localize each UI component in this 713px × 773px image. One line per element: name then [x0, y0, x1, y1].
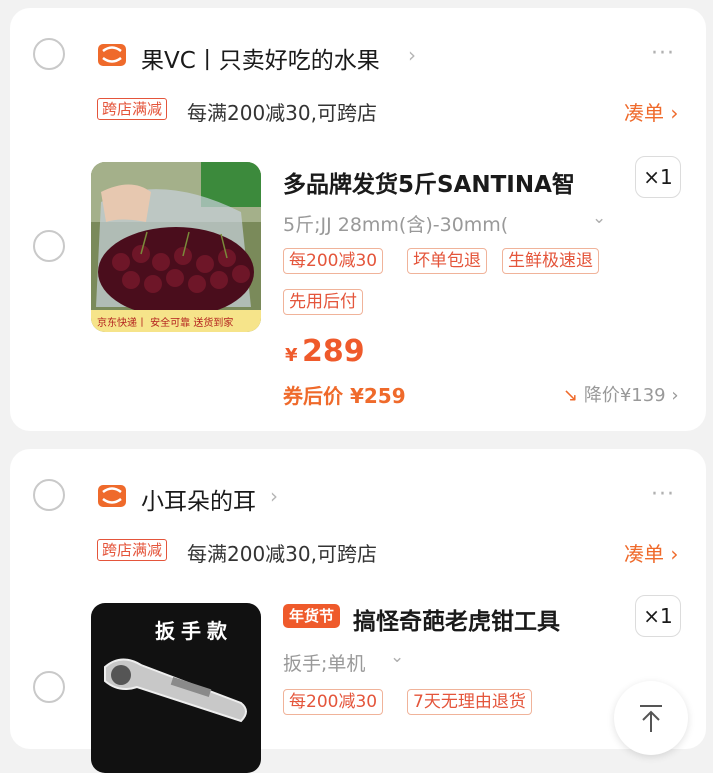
product-image-caption: 京东快递丨 安全可靠 送货到家	[97, 318, 234, 329]
service-chip: 生鲜极速退	[502, 248, 599, 274]
chevron-down-icon[interactable]: ⌄	[592, 208, 606, 228]
chevron-right-icon[interactable]: ›	[408, 43, 416, 67]
item-select-checkbox[interactable]	[33, 230, 65, 262]
scroll-to-top-button[interactable]	[614, 681, 688, 755]
price-drop-label: 降价¥139	[583, 385, 666, 406]
product-spec[interactable]: 扳手;单机	[283, 649, 365, 676]
coupon-price: 券后价 ¥259	[283, 384, 406, 408]
chevron-down-icon[interactable]: ⌄	[390, 647, 404, 667]
shop-card: 小耳朵的耳 › ··· 跨店满减 每满200减30,可跨店 凑单 › 扳手款 年…	[10, 449, 706, 773]
service-chip: 坏单包退	[407, 248, 487, 274]
promo-tag: 跨店满减	[97, 98, 168, 120]
price-currency: ¥	[285, 345, 298, 366]
service-chip: 7天无理由退货	[407, 689, 532, 715]
shop-select-checkbox[interactable]	[33, 479, 65, 511]
price-value: 289	[302, 334, 365, 369]
quantity-button[interactable]: ×1	[635, 156, 681, 198]
chevron-right-icon[interactable]: ›	[270, 484, 278, 508]
festival-badge: 年货节	[283, 604, 341, 628]
product-title[interactable]: 搞怪奇葩老虎钳工具	[353, 602, 623, 636]
product-title[interactable]: 多品牌发货5斤SANTINA智	[283, 165, 613, 199]
service-chip: 每200减30	[283, 689, 384, 715]
add-on-button[interactable]: 凑单 ›	[624, 97, 678, 126]
more-icon[interactable]: ···	[651, 482, 675, 507]
wrench-image	[104, 658, 247, 723]
promo-text: 每满200减30,可跨店	[187, 542, 377, 566]
product-image[interactable]: 扳手款	[91, 603, 261, 773]
product-spec[interactable]: 5斤;JJ 28mm(含)-30mm(	[283, 210, 508, 237]
service-chip: 先用后付	[283, 289, 363, 315]
chevron-right-icon: ›	[671, 385, 679, 406]
shop-name[interactable]: 果VC丨只卖好吃的水果	[141, 41, 380, 75]
promo-text: 每满200减30,可跨店	[187, 101, 377, 125]
scroll-to-top-icon	[640, 705, 662, 732]
shop-card: 果VC丨只卖好吃的水果 › ··· 跨店满减 每满200减30,可跨店 凑单 ›…	[10, 8, 706, 431]
price-drop[interactable]: ↘ 降价¥139 ›	[563, 381, 679, 407]
quantity-button[interactable]: ×1	[635, 595, 681, 637]
shop-icon	[98, 44, 126, 66]
cherry-image	[91, 162, 261, 332]
more-icon[interactable]: ···	[651, 41, 675, 66]
shop-icon	[98, 485, 126, 507]
promo-tag: 跨店满减	[97, 539, 168, 561]
product-image[interactable]: 京东快递丨 安全可靠 送货到家	[91, 162, 261, 332]
service-chip: 每200减30	[283, 248, 384, 274]
shop-name[interactable]: 小耳朵的耳	[141, 482, 256, 516]
price-down-arrow-icon: ↘	[563, 385, 579, 406]
add-on-button[interactable]: 凑单 ›	[624, 538, 678, 567]
shop-select-checkbox[interactable]	[33, 38, 65, 70]
item-select-checkbox[interactable]	[33, 671, 65, 703]
